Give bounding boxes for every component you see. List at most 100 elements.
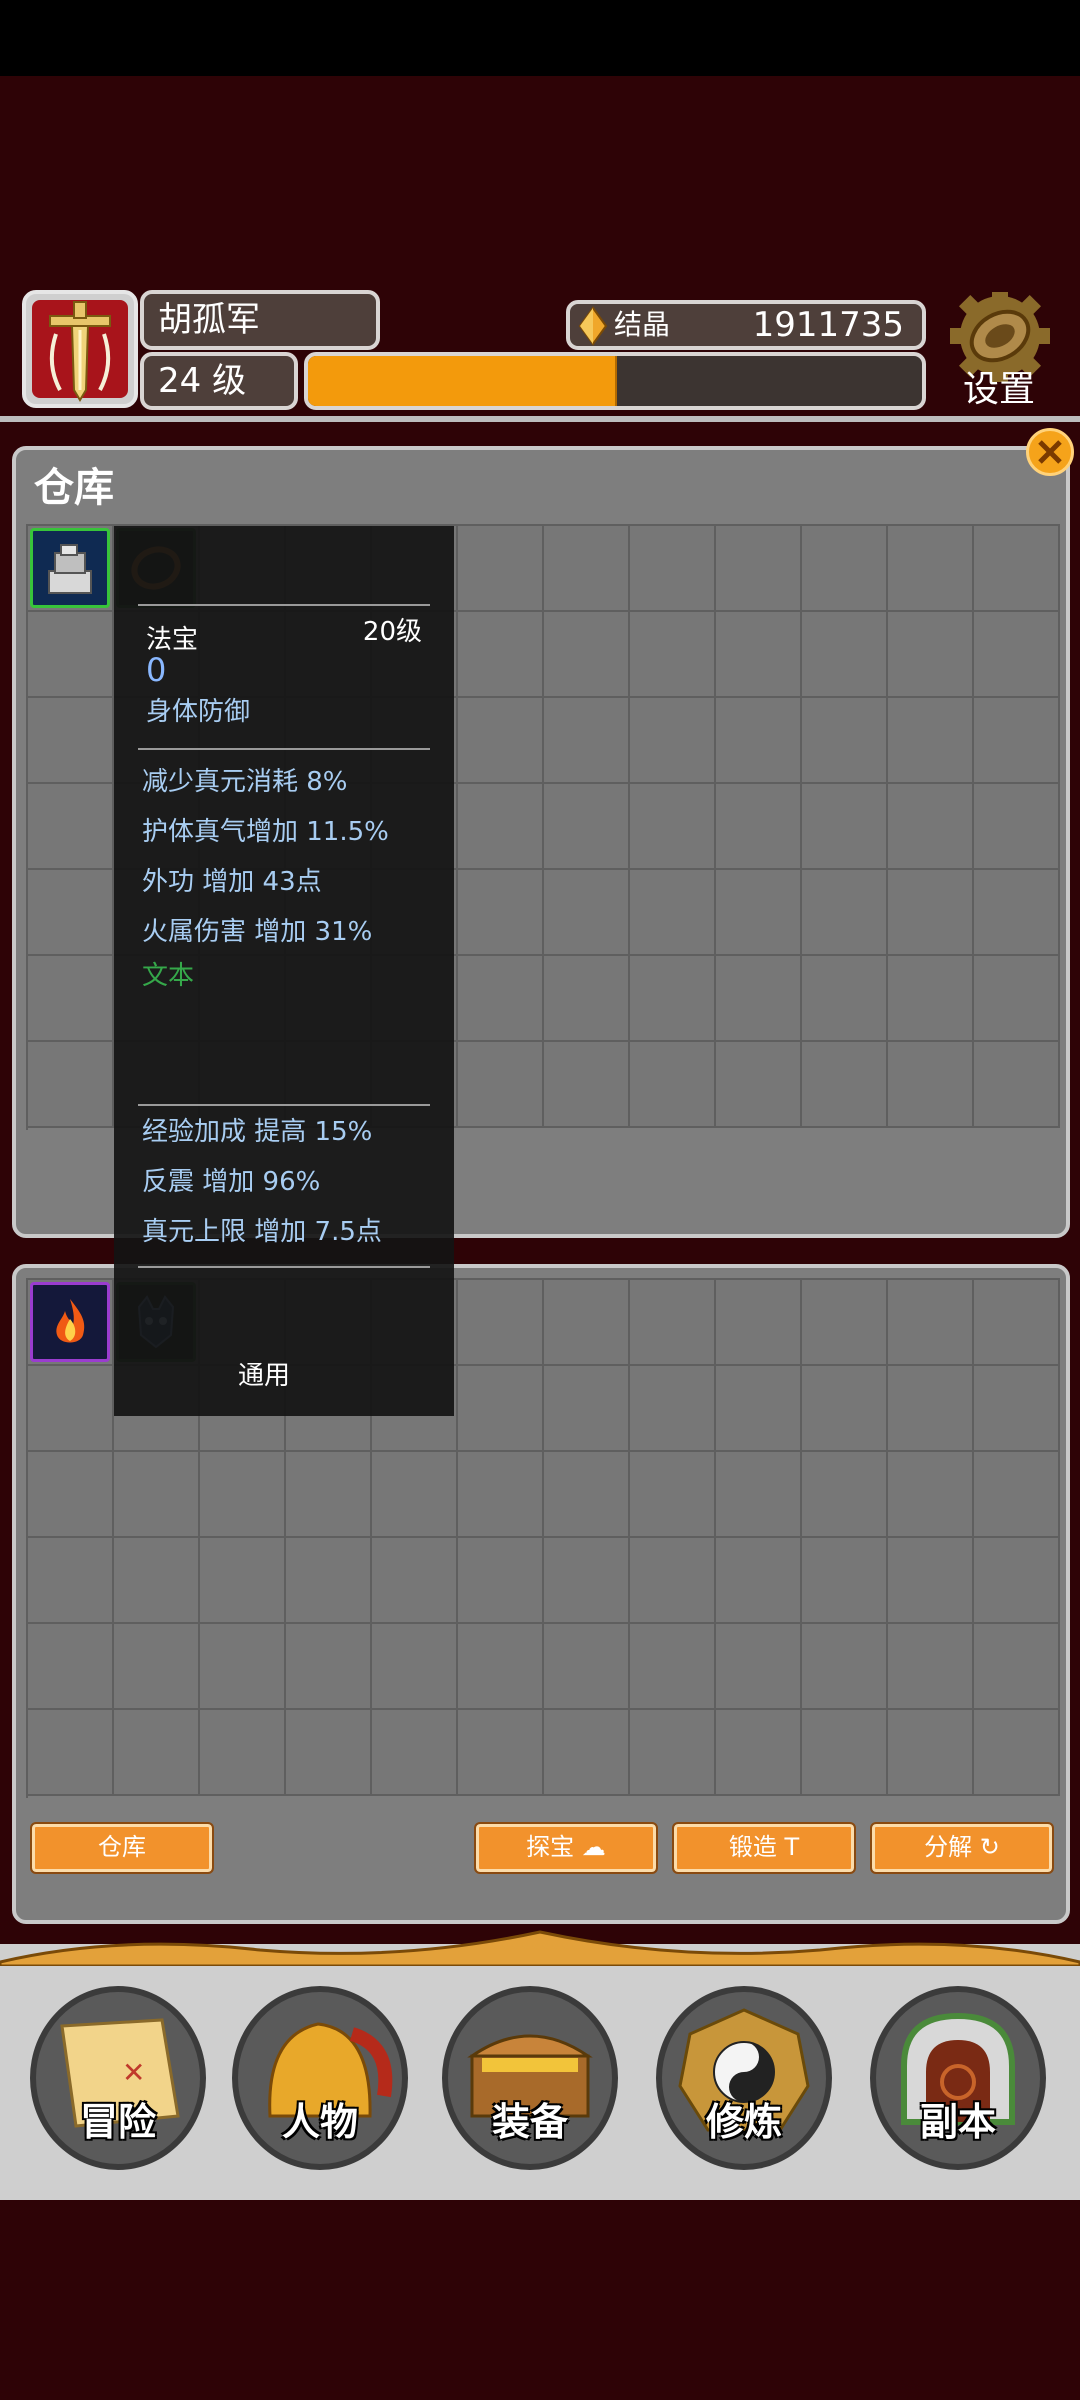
inventory-slot[interactable] [28,1710,114,1796]
forge-button[interactable]: 锻造 T [672,1822,856,1874]
inventory-slot[interactable] [458,1280,544,1366]
warehouse-slot[interactable] [974,526,1060,612]
inventory-slot[interactable] [544,1710,630,1796]
inventory-slot[interactable] [802,1710,888,1796]
warehouse-slot[interactable] [630,1042,716,1128]
warehouse-slot[interactable] [974,956,1060,1042]
inventory-slot[interactable] [28,1280,114,1366]
inventory-slot[interactable] [286,1452,372,1538]
inventory-slot[interactable] [630,1452,716,1538]
inventory-slot[interactable] [888,1710,974,1796]
inventory-slot[interactable] [200,1710,286,1796]
inventory-slot[interactable] [28,1366,114,1452]
inventory-slot[interactable] [630,1366,716,1452]
warehouse-slot[interactable] [802,526,888,612]
inventory-slot[interactable] [630,1538,716,1624]
inventory-slot[interactable] [716,1452,802,1538]
warehouse-slot[interactable] [28,698,114,784]
warehouse-slot[interactable] [630,870,716,956]
inventory-slot[interactable] [974,1710,1060,1796]
warehouse-slot[interactable] [716,1042,802,1128]
warehouse-slot[interactable] [716,956,802,1042]
inventory-slot[interactable] [200,1452,286,1538]
inventory-slot[interactable] [716,1624,802,1710]
warehouse-slot[interactable] [974,870,1060,956]
inventory-slot[interactable] [630,1624,716,1710]
warehouse-slot[interactable] [888,870,974,956]
inventory-slot[interactable] [372,1624,458,1710]
inventory-slot[interactable] [114,1452,200,1538]
inventory-slot[interactable] [716,1280,802,1366]
warehouse-slot[interactable] [716,612,802,698]
inventory-slot[interactable] [888,1366,974,1452]
warehouse-slot[interactable] [974,698,1060,784]
warehouse-slot[interactable] [630,526,716,612]
inventory-slot[interactable] [372,1538,458,1624]
warehouse-slot[interactable] [630,698,716,784]
warehouse-slot[interactable] [544,870,630,956]
warehouse-button[interactable]: 仓库 [30,1822,214,1874]
inventory-slot[interactable] [888,1280,974,1366]
warehouse-slot[interactable] [888,956,974,1042]
warehouse-slot[interactable] [28,784,114,870]
treasure-hunt-button[interactable]: 探宝 ☁ [474,1822,658,1874]
inventory-slot[interactable] [802,1538,888,1624]
warehouse-slot[interactable] [888,526,974,612]
warehouse-slot[interactable] [544,698,630,784]
warehouse-slot[interactable] [974,1042,1060,1128]
warehouse-slot[interactable] [28,956,114,1042]
warehouse-slot[interactable] [458,784,544,870]
warehouse-slot[interactable] [458,698,544,784]
warehouse-slot[interactable] [974,612,1060,698]
warehouse-slot[interactable] [802,698,888,784]
inventory-slot[interactable] [286,1624,372,1710]
inventory-slot[interactable] [974,1452,1060,1538]
inventory-slot[interactable] [28,1452,114,1538]
inventory-slot[interactable] [716,1366,802,1452]
inventory-slot[interactable] [974,1280,1060,1366]
warehouse-slot[interactable] [458,612,544,698]
warehouse-slot[interactable] [888,698,974,784]
warehouse-slot[interactable] [28,870,114,956]
inventory-slot[interactable] [28,1624,114,1710]
warehouse-slot[interactable] [458,1042,544,1128]
warehouse-slot[interactable] [802,870,888,956]
inventory-slot[interactable] [458,1710,544,1796]
nav-character[interactable]: 人物 [232,1986,408,2170]
inventory-slot[interactable] [114,1710,200,1796]
warehouse-slot[interactable] [544,1042,630,1128]
inventory-slot[interactable] [286,1538,372,1624]
warehouse-slot[interactable] [716,784,802,870]
inventory-slot[interactable] [802,1280,888,1366]
warehouse-slot[interactable] [802,784,888,870]
warehouse-slot[interactable] [630,612,716,698]
inventory-slot[interactable] [630,1710,716,1796]
warehouse-slot[interactable] [802,956,888,1042]
warehouse-slot[interactable] [544,784,630,870]
nav-adventure[interactable]: ✕ 冒险 [30,1986,206,2170]
warehouse-slot[interactable] [458,870,544,956]
inventory-slot[interactable] [544,1538,630,1624]
warehouse-slot[interactable] [716,698,802,784]
inventory-slot[interactable] [716,1710,802,1796]
inventory-slot[interactable] [544,1452,630,1538]
inventory-slot[interactable] [888,1538,974,1624]
inventory-slot[interactable] [544,1624,630,1710]
inventory-slot[interactable] [458,1624,544,1710]
warehouse-slot[interactable] [716,870,802,956]
inventory-slot[interactable] [286,1710,372,1796]
warehouse-slot[interactable] [802,1042,888,1128]
warehouse-slot[interactable] [888,784,974,870]
nav-equipment[interactable]: 装备 [442,1986,618,2170]
inventory-slot[interactable] [114,1538,200,1624]
seal-item[interactable] [30,528,110,608]
inventory-slot[interactable] [802,1452,888,1538]
warehouse-slot[interactable] [28,526,114,612]
warehouse-slot[interactable] [974,784,1060,870]
warehouse-slot[interactable] [28,1042,114,1128]
inventory-slot[interactable] [114,1624,200,1710]
inventory-slot[interactable] [28,1538,114,1624]
inventory-slot[interactable] [458,1538,544,1624]
warehouse-slot[interactable] [802,612,888,698]
warehouse-slot[interactable] [630,784,716,870]
